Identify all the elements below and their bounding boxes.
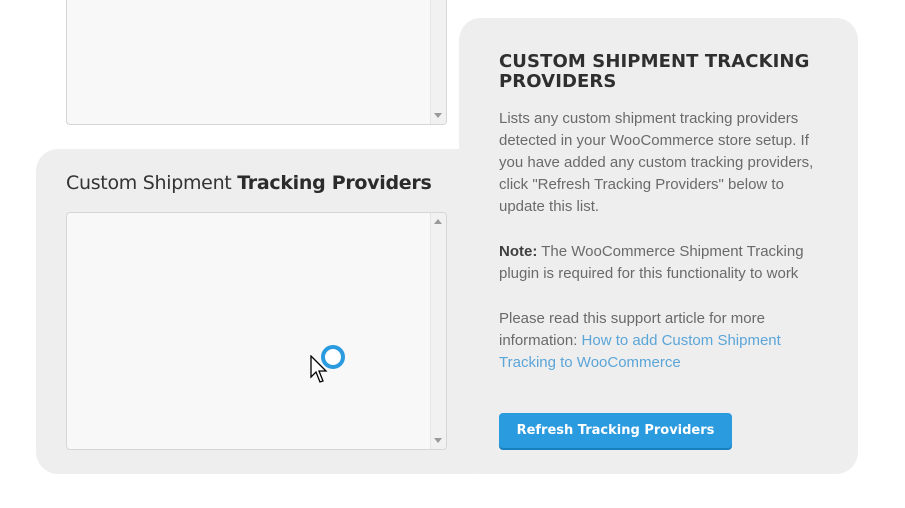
section-title: Custom Shipment Tracking Providers [66, 172, 432, 194]
providers-scrollbar[interactable] [430, 213, 446, 449]
note-text: The WooCommerce Shipment Tracking plugin… [499, 243, 804, 282]
scroll-up-icon[interactable] [434, 219, 442, 224]
upper-scrollbar[interactable] [430, 0, 446, 124]
upper-textarea[interactable] [66, 0, 447, 125]
refresh-tracking-providers-button[interactable]: Refresh Tracking Providers [499, 413, 732, 448]
info-heading: CUSTOM SHIPMENT TRACKING PROVIDERS [499, 51, 810, 92]
info-note: Note: The WooCommerce Shipment Tracking … [499, 241, 829, 285]
note-label: Note: [499, 243, 538, 260]
section-title-bold: Tracking Providers [237, 172, 432, 194]
info-support: Please read this support article for mor… [499, 308, 829, 374]
section-title-prefix: Custom Shipment [66, 172, 232, 194]
scroll-down-icon[interactable] [434, 438, 442, 443]
info-description: Lists any custom shipment tracking provi… [499, 110, 814, 215]
mouse-cursor-icon [310, 355, 328, 383]
scroll-down-icon[interactable] [434, 113, 442, 118]
providers-list[interactable] [66, 212, 447, 450]
